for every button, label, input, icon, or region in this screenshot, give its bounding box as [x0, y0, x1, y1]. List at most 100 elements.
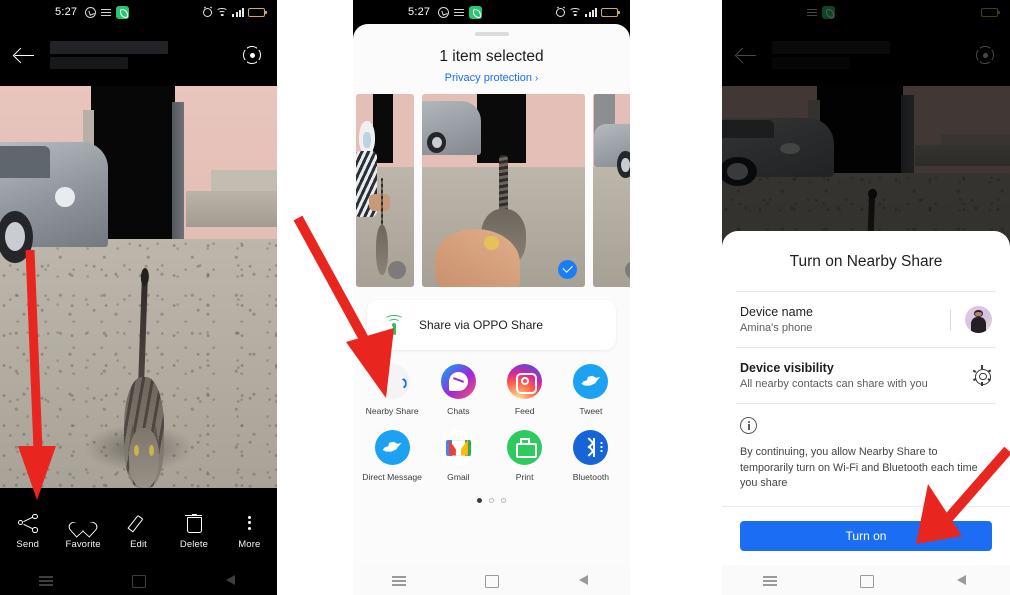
cat-subject — [122, 274, 166, 488]
status-bar: 5:27 — [0, 0, 277, 24]
phone-call-icon — [822, 5, 836, 19]
share-target-direct-message[interactable]: Direct Message — [359, 429, 425, 482]
list-item[interactable] — [422, 93, 585, 287]
home-icon[interactable] — [123, 569, 153, 591]
favorite-label: Favorite — [65, 538, 101, 550]
home-icon[interactable] — [476, 569, 506, 591]
phone-panel-nearby-share: 5:27 — [722, 0, 1010, 595]
pencil-icon — [129, 513, 149, 533]
recents-icon[interactable] — [31, 569, 61, 591]
redaction-bar-primary — [772, 41, 890, 54]
share-target-chats[interactable]: Chats — [425, 363, 491, 416]
redaction-bar-primary — [50, 41, 168, 54]
back-icon[interactable] — [569, 569, 599, 591]
battery-icon — [981, 7, 1000, 17]
phone-panel-share-sheet: 5:27 1 item selected Privacy protection › — [353, 0, 630, 595]
menu-lines-icon — [454, 8, 465, 16]
home-icon[interactable] — [851, 569, 881, 591]
favorite-button[interactable]: Favorite — [55, 513, 110, 550]
avatar[interactable] — [965, 306, 992, 334]
more-label: More — [238, 538, 261, 550]
turn-on-button[interactable]: Turn on — [740, 521, 992, 551]
device-visibility-text: Device visibility All nearby contacts ca… — [740, 361, 972, 390]
page-dot-2[interactable] — [489, 497, 494, 503]
device-name-value: Amina's phone — [740, 322, 813, 335]
device-name-row[interactable]: Device name Amina's phone — [722, 292, 1010, 347]
info-text: By continuing, you allow Nearby Share to… — [740, 446, 978, 490]
drag-handle[interactable] — [474, 32, 509, 36]
back-icon[interactable] — [947, 569, 977, 591]
screenshot-stage: 5:27 Send Favorite Edit Delete More 5:27… — [0, 0, 1010, 595]
thumbnail-unselected-indicator[interactable] — [388, 260, 406, 279]
recents-icon[interactable] — [755, 569, 785, 591]
status-left-icons — [85, 5, 130, 19]
device-name-text: Device name Amina's phone — [740, 305, 936, 334]
send-button[interactable]: Send — [0, 513, 55, 550]
edit-button[interactable]: Edit — [111, 513, 166, 550]
status-time: 5:27 — [408, 6, 431, 18]
heart-icon — [73, 513, 93, 533]
share-target-print[interactable]: Print — [492, 429, 558, 482]
more-dots-icon — [239, 513, 259, 533]
photo-actions-toolbar: Send Favorite Edit Delete More — [0, 497, 277, 565]
share-target-label: Gmail — [447, 471, 470, 482]
gear-icon[interactable] — [972, 365, 992, 387]
share-target-label: Tweet — [579, 405, 603, 416]
signal-icon — [232, 7, 244, 17]
share-target-label: Chats — [447, 405, 470, 416]
share-target-nearby-share[interactable]: Nearby Share — [359, 363, 425, 416]
delete-label: Delete — [179, 538, 208, 550]
recents-icon[interactable] — [384, 569, 414, 591]
dialog-title: Turn on Nearby Share — [789, 253, 943, 271]
back-icon[interactable] — [216, 569, 246, 591]
device-visibility-row[interactable]: Device visibility All nearby contacts ca… — [722, 348, 1010, 403]
alarm-icon — [203, 7, 213, 17]
vertical-divider — [950, 308, 951, 331]
back-arrow-icon[interactable] — [736, 44, 758, 66]
nearby-share-dialog: Turn on Nearby Share Device name Amina's… — [722, 231, 1010, 565]
phone-call-icon — [116, 5, 130, 19]
share-icon — [17, 513, 38, 533]
share-target-feed[interactable]: Feed — [492, 363, 558, 416]
share-target-tweet[interactable]: Tweet — [558, 363, 624, 416]
google-lens-icon[interactable] — [241, 44, 263, 66]
twitter-dm-icon — [374, 429, 410, 465]
chevron-right-icon: › — [535, 72, 539, 84]
device-visibility-value: All nearby contacts can share with you — [740, 378, 928, 391]
alarm-icon — [556, 7, 566, 17]
system-navigation-bar — [353, 565, 630, 595]
whatsapp-icon — [85, 6, 97, 18]
battery-icon — [601, 7, 620, 17]
page-indicator — [353, 497, 630, 503]
viewer-header — [722, 24, 1010, 86]
share-target-label: Bluetooth — [572, 471, 610, 482]
share-target-bluetooth[interactable]: Bluetooth — [558, 429, 624, 482]
system-navigation-bar — [0, 565, 277, 595]
share-target-label: Feed — [514, 405, 535, 416]
privacy-protection-link[interactable]: Privacy protection › — [353, 72, 630, 84]
share-target-label: Direct Message — [362, 471, 422, 482]
phone-call-icon — [469, 5, 483, 19]
photo-cat-in-yard[interactable] — [0, 86, 277, 488]
oppo-share-row[interactable]: Share via OPPO Share — [367, 299, 616, 350]
menu-lines-icon — [807, 8, 818, 16]
google-lens-icon[interactable] — [974, 44, 996, 66]
back-arrow-icon[interactable] — [14, 44, 36, 66]
selected-thumbnails-strip — [353, 84, 630, 288]
viewer-header — [0, 24, 277, 86]
instagram-icon — [507, 363, 543, 399]
gmail-icon — [440, 429, 476, 465]
page-dot-3[interactable] — [501, 497, 506, 503]
page-dot-1[interactable] — [477, 497, 482, 503]
list-item[interactable] — [593, 93, 630, 287]
status-right-icons — [981, 7, 1000, 17]
thumbnail-selected-check-icon[interactable] — [558, 259, 577, 279]
edit-label: Edit — [130, 538, 147, 550]
list-item[interactable] — [356, 93, 414, 287]
share-targets-grid: Nearby Share Chats Feed Tweet Direct Mes… — [353, 350, 630, 496]
share-target-gmail[interactable]: Gmail — [425, 429, 491, 482]
header-title-redacted — [772, 41, 974, 69]
status-bar: 5:27 — [353, 0, 630, 24]
delete-button[interactable]: Delete — [166, 513, 221, 550]
more-button[interactable]: More — [222, 513, 277, 550]
